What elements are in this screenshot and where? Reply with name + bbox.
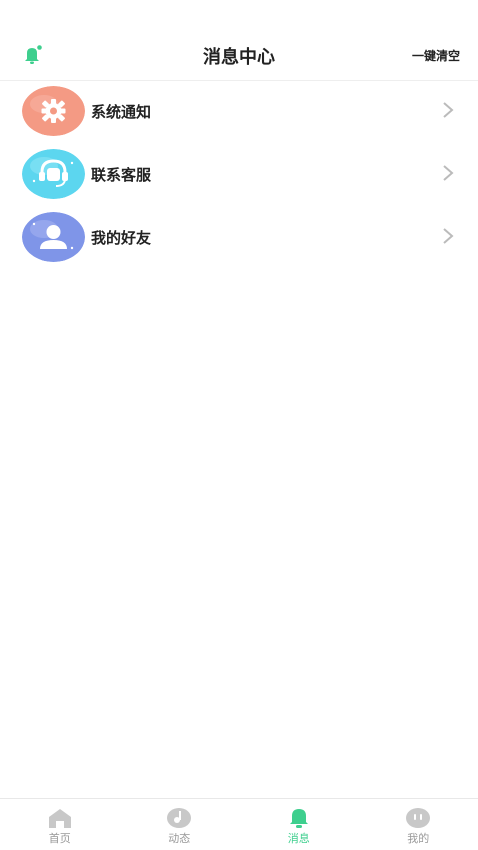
header-bar: 消息中心 一键清空 bbox=[0, 30, 478, 81]
bell-icon bbox=[289, 809, 308, 828]
list-item-label: 我的好友 bbox=[91, 229, 152, 247]
list-item-customer-service[interactable]: 联系客服 bbox=[0, 143, 478, 206]
tab-feed[interactable]: 动态 bbox=[120, 799, 240, 850]
bottom-tab-bar: 首页 动态 消息 我的 bbox=[0, 798, 478, 850]
chevron-right-icon bbox=[443, 102, 454, 118]
page-title: 消息中心 bbox=[203, 47, 275, 68]
tab-label: 消息 bbox=[287, 832, 310, 845]
headset-icon bbox=[22, 149, 85, 199]
list-item-system-notice[interactable]: 系统通知 bbox=[0, 80, 478, 143]
message-list: 系统通知 联系客服 我的好友 bbox=[0, 80, 478, 269]
face-icon bbox=[406, 808, 431, 828]
list-item-label: 联系客服 bbox=[91, 166, 152, 184]
tab-home[interactable]: 首页 bbox=[0, 799, 120, 850]
tab-label: 动态 bbox=[168, 832, 191, 845]
gear-icon bbox=[22, 86, 85, 136]
chevron-right-icon bbox=[443, 165, 454, 181]
list-item-my-friends[interactable]: 我的好友 bbox=[0, 206, 478, 269]
chevron-right-icon bbox=[443, 228, 454, 244]
tab-label: 我的 bbox=[407, 832, 430, 845]
tab-mine[interactable]: 我的 bbox=[359, 799, 478, 850]
list-item-label: 系统通知 bbox=[91, 103, 152, 121]
clear-all-button[interactable]: 一键清空 bbox=[412, 47, 460, 64]
message-center-screen: 消息中心 一键清空 系统通知 联系客服 我的好友 首页 动态 消息 我的 bbox=[0, 0, 478, 850]
home-icon bbox=[48, 809, 71, 828]
tab-messages[interactable]: 消息 bbox=[239, 799, 359, 850]
music-note-icon bbox=[167, 808, 192, 828]
tab-label: 首页 bbox=[48, 832, 71, 845]
user-icon bbox=[22, 212, 85, 262]
